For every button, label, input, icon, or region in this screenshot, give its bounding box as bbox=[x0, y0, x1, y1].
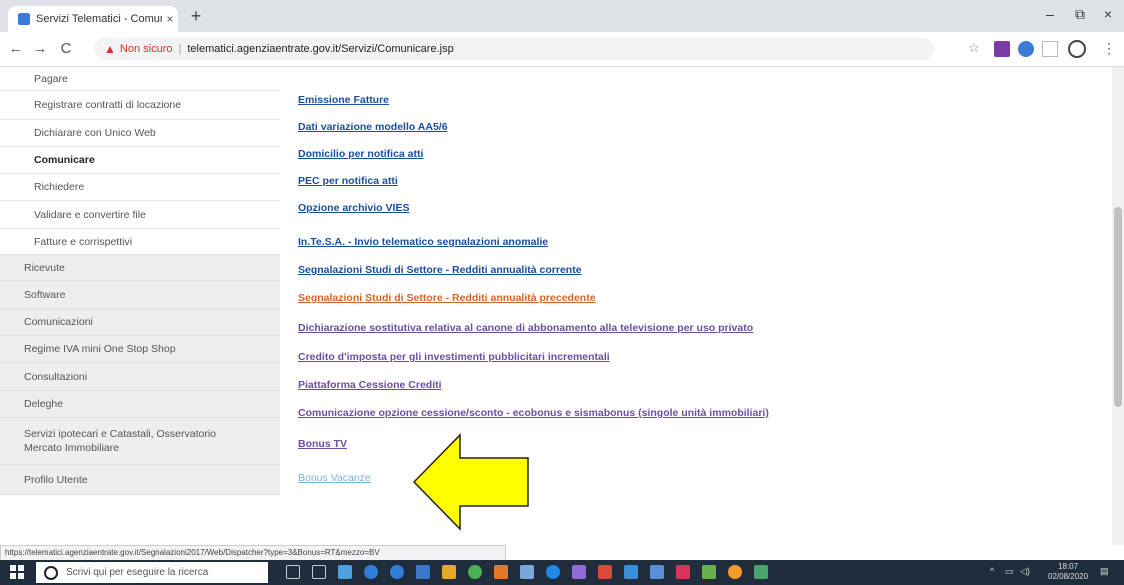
url-text[interactable]: telematici.agenziaentrate.gov.it/Servizi… bbox=[187, 43, 453, 55]
app-icon[interactable] bbox=[416, 565, 430, 579]
yellow-arrow-annotation bbox=[412, 433, 529, 531]
sidebar-item-servizi-ipotecari[interactable]: Servizi ipotecari e Catastali, Osservato… bbox=[0, 418, 280, 465]
tab-strip: Servizi Telematici - Comunicare × + – ⧉ … bbox=[0, 0, 1124, 32]
minimize-button[interactable]: – bbox=[1036, 6, 1064, 22]
sidebar-item-fatture[interactable]: Fatture e corrispettivi bbox=[0, 229, 280, 255]
sidebar-item-validare[interactable]: Validare e convertire file bbox=[0, 201, 280, 229]
link-bonus-tv[interactable]: Bonus TV bbox=[298, 438, 347, 450]
extension-icon[interactable] bbox=[1042, 41, 1058, 57]
taskbar-search-placeholder: Scrivi qui per eseguire la ricerca bbox=[66, 567, 209, 578]
app-icon[interactable] bbox=[624, 565, 638, 579]
sidebar-item-comunicazioni[interactable]: Comunicazioni bbox=[0, 309, 280, 336]
address-separator: | bbox=[178, 43, 182, 55]
link-comunicazione-opzione[interactable]: Comunicazione opzione cessione/sconto - … bbox=[298, 407, 769, 419]
link-intesa[interactable]: In.Te.S.A. - Invio telematico segnalazio… bbox=[298, 236, 548, 248]
scrollbar-thumb[interactable] bbox=[1114, 207, 1122, 407]
taskbar-clock[interactable]: 18:07 02/08/2020 bbox=[1048, 562, 1088, 582]
close-window-button[interactable]: × bbox=[1094, 6, 1122, 22]
reload-button[interactable]: C bbox=[56, 39, 76, 59]
link-pec-notifica[interactable]: PEC per notifica atti bbox=[298, 175, 398, 187]
app-icon[interactable] bbox=[728, 565, 742, 579]
link-segnalazioni-corrente[interactable]: Segnalazioni Studi di Settore - Redditi … bbox=[298, 264, 582, 276]
browser-tab[interactable]: Servizi Telematici - Comunicare × bbox=[8, 6, 178, 32]
network-icon[interactable]: ▭ bbox=[1005, 566, 1014, 577]
folder-icon[interactable] bbox=[442, 565, 456, 579]
profile-icon[interactable] bbox=[1068, 40, 1086, 58]
link-domicilio-notifica[interactable]: Domicilio per notifica atti bbox=[298, 148, 423, 160]
bookmark-star-icon[interactable]: ☆ bbox=[968, 40, 984, 56]
app-icon[interactable] bbox=[494, 565, 508, 579]
sidebar-item-regime-iva[interactable]: Regime IVA mini One Stop Shop bbox=[0, 336, 280, 363]
sidebar-item-comunicare[interactable]: Comunicare bbox=[0, 147, 280, 174]
sidebar-item-registrare[interactable]: Registrare contratti di locazione bbox=[0, 91, 280, 120]
volume-icon[interactable]: ◁) bbox=[1020, 566, 1030, 577]
app-icon[interactable] bbox=[754, 565, 768, 579]
app-icon[interactable] bbox=[338, 565, 352, 579]
link-segnalazioni-precedente[interactable]: Segnalazioni Studi di Settore - Redditi … bbox=[298, 292, 596, 304]
link-emissione-fatture[interactable]: Emissione Fatture bbox=[298, 94, 389, 106]
warning-icon: ▲ bbox=[104, 42, 116, 56]
restore-button[interactable]: ⧉ bbox=[1066, 6, 1094, 23]
sidebar: Pagare Registrare contratti di locazione… bbox=[0, 67, 280, 545]
microphone-icon[interactable] bbox=[286, 565, 300, 579]
app-icon[interactable] bbox=[702, 565, 716, 579]
app-icon[interactable] bbox=[676, 565, 690, 579]
app-icon[interactable] bbox=[520, 565, 534, 579]
page-scrollbar[interactable] bbox=[1112, 67, 1124, 545]
forward-button[interactable]: → bbox=[30, 39, 50, 59]
app-icon[interactable] bbox=[650, 565, 664, 579]
arrow-shape bbox=[412, 433, 529, 531]
edge-icon[interactable] bbox=[364, 565, 378, 579]
app-icon[interactable] bbox=[572, 565, 586, 579]
status-url-bar: https://telematici.agenziaentrate.gov.it… bbox=[0, 545, 506, 561]
sidebar-item-richiedere[interactable]: Richiedere bbox=[0, 174, 280, 201]
link-credito-imposta[interactable]: Credito d'imposta per gli investimenti p… bbox=[298, 351, 610, 363]
address-bar[interactable]: ▲ Non sicuro | telematici.agenziaentrate… bbox=[94, 38, 934, 60]
app-icon[interactable] bbox=[546, 565, 560, 579]
tab-title: Servizi Telematici - Comunicare bbox=[36, 13, 162, 25]
ie-icon[interactable] bbox=[390, 565, 404, 579]
link-piattaforma-cessione[interactable]: Piattaforma Cessione Crediti bbox=[298, 379, 442, 391]
extension-icon[interactable] bbox=[1018, 41, 1034, 57]
clock-time: 18:07 bbox=[1058, 562, 1079, 571]
chrome-icon[interactable] bbox=[468, 565, 482, 579]
not-secure-label[interactable]: Non sicuro bbox=[120, 43, 173, 55]
sidebar-item-pagare[interactable]: Pagare bbox=[0, 67, 280, 91]
windows-start-icon[interactable] bbox=[10, 565, 24, 579]
back-button[interactable]: ← bbox=[6, 39, 26, 59]
search-icon bbox=[44, 565, 58, 580]
taskbar-search-box[interactable]: Scrivi qui per eseguire la ricerca bbox=[36, 562, 268, 583]
tray-chevron-icon[interactable]: ^ bbox=[990, 566, 994, 576]
sidebar-item-ricevute[interactable]: Ricevute bbox=[0, 255, 280, 281]
link-dati-variazione[interactable]: Dati variazione modello AA5/6 bbox=[298, 121, 448, 133]
link-dichiarazione-canone-tv[interactable]: Dichiarazione sostitutiva relativa al ca… bbox=[298, 322, 753, 334]
task-view-icon[interactable] bbox=[312, 565, 326, 579]
link-bonus-vacanze[interactable]: Bonus Vacanze bbox=[298, 472, 371, 484]
sidebar-item-software[interactable]: Software bbox=[0, 281, 280, 309]
notification-icon[interactable]: ▤ bbox=[1100, 566, 1109, 577]
sidebar-item-profilo-utente[interactable]: Profilo Utente bbox=[0, 465, 280, 495]
extension-icon[interactable] bbox=[994, 41, 1010, 57]
sidebar-item-deleghe[interactable]: Deleghe bbox=[0, 391, 280, 418]
link-opzione-vies[interactable]: Opzione archivio VIES bbox=[298, 202, 409, 214]
sidebar-item-dichiarare[interactable]: Dichiarare con Unico Web bbox=[0, 120, 280, 147]
tab-close-icon[interactable]: × bbox=[162, 12, 178, 26]
site-favicon-icon bbox=[18, 13, 30, 25]
menu-kebab-icon[interactable]: ⋮ bbox=[1102, 40, 1118, 56]
browser-toolbar: ← → C ▲ Non sicuro | telematici.agenziae… bbox=[0, 32, 1124, 67]
clock-date: 02/08/2020 bbox=[1048, 572, 1089, 581]
new-tab-button[interactable]: + bbox=[186, 7, 206, 27]
sidebar-item-consultazioni[interactable]: Consultazioni bbox=[0, 363, 280, 391]
app-icon[interactable] bbox=[598, 565, 612, 579]
windows-taskbar: Scrivi qui per eseguire la ricerca ^ ▭ ◁… bbox=[0, 560, 1124, 585]
